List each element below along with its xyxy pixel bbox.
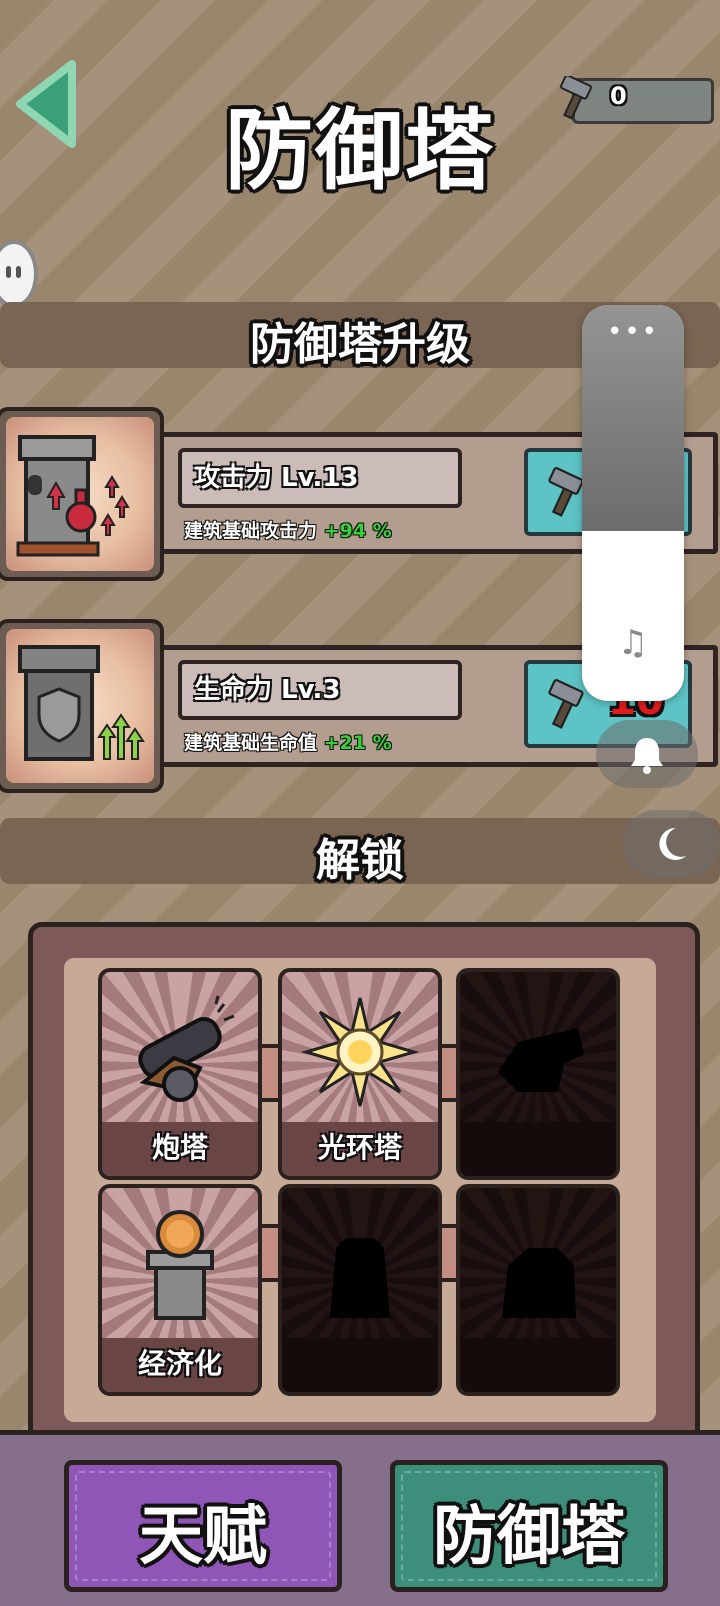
floating-assistant-button[interactable]: [0, 240, 38, 308]
locked-silhouette-icon: [498, 1028, 584, 1092]
tower-name: 光环塔: [317, 1131, 402, 1164]
tower-card-locked[interactable]: [278, 1184, 442, 1396]
attack-description: 建筑基础攻击力 +94 %: [184, 516, 392, 543]
attack-level-box: 攻击力 Lv.13: [178, 448, 462, 508]
health-tower-icon: [18, 645, 145, 761]
attack-bonus-value: +94 %: [323, 520, 392, 542]
tab-tower-label: 防御塔: [433, 1500, 625, 1574]
bell-icon: [631, 738, 663, 774]
tower-card-locked[interactable]: [456, 1184, 620, 1396]
hammer-icon: [556, 74, 596, 120]
unlock-grid: 炮塔 光环塔 经济化: [64, 958, 656, 1422]
locked-silhouette-icon: [330, 1238, 390, 1318]
hammer-icon: [548, 679, 584, 729]
health-description: 建筑基础生命值 +21 %: [184, 728, 392, 755]
tower-card-aura[interactable]: 光环塔: [278, 968, 442, 1180]
resource-count: 0: [610, 82, 627, 110]
music-note-icon: ♫: [617, 623, 649, 663]
unlock-section-title: 解锁: [316, 835, 404, 886]
dark-mode-button[interactable]: [622, 810, 720, 878]
tower-name: 经济化: [137, 1347, 222, 1380]
attack-tower-icon: [16, 435, 130, 557]
health-level-label: 生命力 Lv.3: [194, 675, 341, 705]
attack-desc-text: 建筑基础攻击力: [184, 520, 318, 542]
cannon-icon: [138, 995, 235, 1102]
tower-card-economy[interactable]: 经济化: [98, 1184, 262, 1396]
health-card: [0, 619, 164, 793]
tower-card-cannon[interactable]: 炮塔: [98, 968, 262, 1180]
more-options-icon[interactable]: •••: [582, 317, 684, 347]
attack-level-label: 攻击力 Lv.13: [194, 463, 359, 493]
attack-card: [0, 407, 164, 581]
health-bonus-value: +21 %: [323, 732, 392, 754]
tower-card-locked[interactable]: [456, 968, 620, 1180]
tower-name: 炮塔: [151, 1131, 208, 1164]
health-desc-text: 建筑基础生命值: [184, 732, 318, 754]
aura-icon: [300, 997, 420, 1107]
moon-icon: [659, 827, 686, 860]
tab-tower[interactable]: 防御塔: [390, 1460, 668, 1592]
health-level-box: 生命力 Lv.3: [178, 660, 462, 720]
volume-slider[interactable]: ••• ♫: [582, 305, 684, 701]
locked-silhouette-icon: [502, 1248, 576, 1318]
tab-talent[interactable]: 天赋: [64, 1460, 342, 1592]
coin-tower-icon: [146, 1210, 214, 1320]
bell-button[interactable]: [596, 720, 698, 788]
tab-talent-label: 天赋: [139, 1500, 267, 1574]
